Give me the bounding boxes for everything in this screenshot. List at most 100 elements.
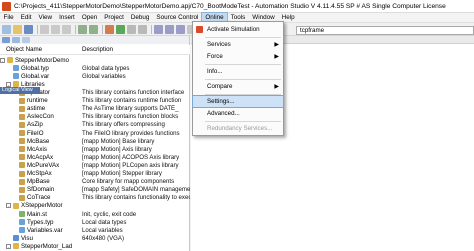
tree-item-label: McPureVAx — [27, 161, 60, 169]
watch-icon[interactable] — [176, 24, 185, 34]
online-menu-item-force[interactable]: Force ▶ — [193, 51, 283, 62]
library-icon — [19, 178, 25, 185]
configuration-view-tab-icon[interactable] — [12, 37, 20, 43]
tree-item-description: [mapp Motion] PLCopen axis library — [82, 161, 179, 169]
tree-item-label: FileIO — [27, 129, 44, 137]
tree-item-label: AsZip — [27, 121, 43, 129]
library-icon — [19, 130, 25, 137]
tree-item-description: Local variables — [82, 226, 123, 234]
tree-item-label: MpBase — [27, 178, 50, 186]
online-menu-item-label: Info... — [207, 68, 223, 75]
online-menu-item-label: Activate Simulation — [207, 26, 260, 33]
tree-item-label: StepperMotorDemo — [15, 56, 69, 64]
save-icon[interactable] — [24, 24, 33, 34]
tree-item-description: Global data types — [82, 64, 130, 72]
tree-expander-icon[interactable]: - — [6, 203, 11, 209]
tree-item-description: [mapp Motion] Stepper library — [82, 170, 162, 178]
simulation-icon — [196, 26, 203, 33]
online-menu-item-advanced[interactable]: Advanced... — [193, 108, 283, 119]
online-menu-item-label: Compare — [207, 83, 233, 90]
panel-tab-bar — [0, 36, 189, 44]
physical-view-tab-icon[interactable] — [22, 37, 30, 43]
find-icon[interactable] — [127, 24, 136, 34]
menu-project[interactable]: Project — [101, 13, 128, 23]
menu-view[interactable]: View — [35, 13, 56, 23]
open-folder-icon[interactable] — [13, 24, 22, 34]
tree-item-description: This library contains function blocks — [82, 113, 179, 121]
library-icon — [19, 138, 25, 145]
online-menu-dropdown: Activate Simulation Services ▶ Force ▶ Info..… — [192, 21, 284, 136]
build-icon[interactable] — [105, 24, 114, 34]
logical-view-label: Logical View — [0, 87, 40, 94]
online-menu-item-settings[interactable]: Settings... — [192, 95, 284, 108]
online-menu-item-compare[interactable]: Compare ▶ — [193, 81, 283, 92]
menu-edit[interactable]: Edit — [17, 13, 35, 23]
toolbar-separator — [102, 24, 103, 34]
cut-icon[interactable] — [40, 24, 49, 34]
transfer-icon[interactable] — [116, 24, 125, 34]
tree-item-description: Init, cyclic, exit code — [82, 210, 137, 218]
title-bar: C:\Projects_411\StepperMotorDemo\Stepper… — [0, 0, 474, 13]
tree-item-description: Global variables — [82, 72, 126, 80]
menu-open[interactable]: Open — [78, 13, 100, 23]
type-file-icon — [13, 65, 19, 72]
menu-separator — [205, 64, 281, 65]
menu-separator — [205, 121, 281, 122]
tree-item-label: XStepperMotor — [21, 202, 63, 210]
tree-expander-icon[interactable]: - — [0, 57, 5, 63]
online-menu-item-activate-simulation[interactable]: Activate Simulation — [193, 24, 283, 35]
breakpoint-icon[interactable] — [154, 24, 163, 34]
redo-icon[interactable] — [89, 24, 98, 34]
tree-item-description: The FileIO library provides functions — [82, 129, 180, 137]
library-icon — [19, 170, 25, 177]
project-folder-icon — [7, 57, 13, 64]
tree-item-label: AsIecCon — [27, 113, 54, 121]
column-description[interactable]: Description — [82, 45, 113, 55]
paste-icon[interactable] — [62, 24, 71, 34]
copy-icon[interactable] — [51, 24, 60, 34]
menu-debug[interactable]: Debug — [127, 13, 153, 23]
tree-item-description: [mapp Motion] Base library — [82, 137, 155, 145]
library-icon — [19, 194, 25, 201]
submenu-arrow-icon: ▶ — [274, 42, 279, 48]
library-icon — [19, 162, 25, 169]
menu-separator — [205, 37, 281, 38]
var-file-icon — [13, 73, 19, 80]
var-file-icon — [19, 227, 25, 234]
tree-item-description: This library contains runtime function — [82, 97, 182, 105]
library-icon — [19, 97, 25, 104]
menu-separator — [205, 79, 281, 80]
online-menu-item-label: Advanced... — [207, 110, 240, 117]
tree-item-description: This library contains functionality to e… — [82, 194, 190, 202]
online-menu-item-label: Redundancy Services... — [207, 125, 273, 132]
tree-item-label: McStpAx — [27, 170, 52, 178]
tree-item-label: Global.typ — [21, 64, 49, 72]
tree-expander-icon[interactable]: - — [6, 243, 11, 249]
library-icon — [19, 146, 25, 153]
connection-field[interactable]: tcpframe — [296, 26, 474, 35]
tree-item-label: CoTrace — [27, 194, 51, 202]
replace-icon[interactable] — [138, 24, 147, 34]
tree-row[interactable]: - StepperMotor_Lad — [0, 242, 190, 250]
library-icon — [19, 105, 25, 112]
logical-view-tab-icon[interactable] — [2, 37, 10, 43]
tree-item-label: StepperMotor_Lad — [21, 242, 73, 250]
program-folder-icon — [13, 202, 19, 209]
library-icon — [19, 121, 25, 128]
step-icon[interactable] — [165, 24, 174, 34]
tree-item-description: Core library for mapp components — [82, 178, 175, 186]
menu-insert[interactable]: Insert — [56, 13, 79, 23]
toolbar-separator — [75, 24, 76, 34]
online-menu-item-info[interactable]: Info... — [193, 66, 283, 77]
online-menu-item-services[interactable]: Services ▶ — [193, 39, 283, 50]
new-file-icon[interactable] — [2, 24, 11, 34]
online-menu-item-label: Services — [207, 41, 231, 48]
menu-file[interactable]: File — [0, 13, 17, 23]
tree-item-label: Main.st — [27, 210, 47, 218]
column-object-name[interactable]: Object Name — [6, 45, 42, 55]
tree-item-description: 640x480 (VGA) — [82, 234, 125, 242]
undo-icon[interactable] — [78, 24, 87, 34]
online-menu-item-label: Force — [207, 53, 223, 60]
library-icon — [19, 154, 25, 161]
tree-item-label: SfDomain — [27, 186, 55, 194]
